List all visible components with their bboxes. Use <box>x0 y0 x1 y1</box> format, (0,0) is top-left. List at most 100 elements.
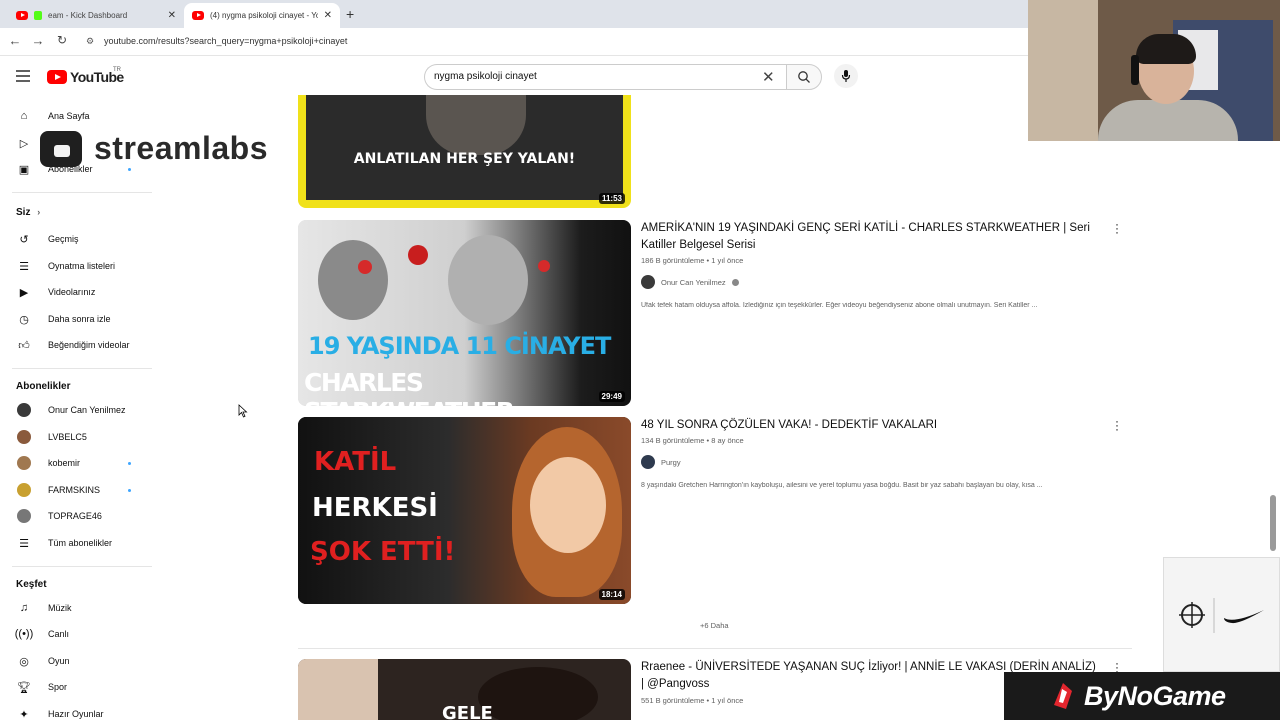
sidebar-item-playlists[interactable]: ☰ Oynatma listeleri <box>16 256 146 276</box>
list-icon: ☰ <box>19 537 29 550</box>
reload-icon[interactable]: ↻ <box>53 33 71 47</box>
search-icon <box>798 71 810 83</box>
youtube-logo[interactable]: YouTube TR <box>47 67 124 85</box>
search-button[interactable] <box>786 64 822 90</box>
clear-search-icon[interactable]: ✕ <box>762 68 775 86</box>
video-meta: 134 B görüntüleme • 8 ay önce <box>641 436 744 445</box>
subscriptions-icon: ▣ <box>18 163 30 176</box>
streamlabs-text: streamlabs <box>94 130 268 166</box>
video-thumbnail[interactable]: 19 YAŞINDA 11 CİNAYET CHARLES STARKWEATH… <box>298 220 631 406</box>
url-field[interactable]: youtube.com/results?search_query=nygma+p… <box>104 36 347 46</box>
sidebar-item-label: Daha sonra izle <box>48 314 111 324</box>
sidebar-item-label: LVBELC5 <box>48 432 87 442</box>
channel-link[interactable]: Onur Can Yenilmez <box>641 275 739 289</box>
avatar <box>17 483 31 497</box>
gaming-icon: ◎ <box>19 655 29 668</box>
playables-icon: ✦ <box>19 708 29 721</box>
shorts-icon: ▷ <box>19 137 29 150</box>
sidebar-item-label: Hazır Oyunlar <box>48 709 104 719</box>
thumbnail-text: ANLATILAN HER ŞEY YALAN! <box>353 151 576 167</box>
divider <box>298 648 1132 649</box>
tab-kick-dashboard[interactable]: eam - Kick Dashboard ✕ <box>8 3 184 28</box>
sidebar-sub-lvbelc5[interactable]: LVBELC5 <box>16 427 146 447</box>
new-tab-button[interactable]: + <box>346 6 354 22</box>
sidebar-sub-farmskins[interactable]: FARMSKINS <box>16 480 146 500</box>
home-icon: ⌂ <box>20 110 28 122</box>
tab-close-icon[interactable]: ✕ <box>324 10 332 21</box>
view-count: 551 B görüntüleme <box>641 696 705 705</box>
sidebar-item-sports[interactable]: 🏆︎ Spor <box>16 677 146 697</box>
youtube-favicon-icon <box>192 11 204 20</box>
sidebar-item-live[interactable]: ((•)) Canlı <box>15 624 146 644</box>
tab-youtube-search[interactable]: (4) nygma psikoloji cinayet - Yo ✕ <box>184 3 340 28</box>
sidebar-item-watch-later[interactable]: ◷ Daha sonra izle <box>16 309 146 329</box>
thumbnail-text: ŞOK ETTİ! <box>310 537 456 567</box>
sidebar-sub-toprage46[interactable]: TOPRAGE46 <box>16 506 146 526</box>
sidebar-item-label: Spor <box>48 682 68 692</box>
sponsor-nike-overlay <box>1163 557 1280 672</box>
sidebar-item-playables[interactable]: ✦ Hazır Oyunlar <box>16 704 146 724</box>
sidebar-sub-onur-can-yenilmez[interactable]: Onur Can Yenilmez <box>16 400 146 420</box>
more-options-icon[interactable]: · · · <box>1114 218 1120 238</box>
thumbnail-text: GELE <box>442 703 493 720</box>
sponsor-text: ByNoGame <box>1084 680 1226 711</box>
new-content-dot <box>128 488 131 492</box>
youtube-play-icon <box>47 70 67 84</box>
menu-icon[interactable] <box>16 70 30 85</box>
divider <box>12 566 152 567</box>
video-meta: 186 B görüntüleme • 1 yıl önce <box>641 256 744 265</box>
history-icon: ↺ <box>19 233 29 246</box>
video-title[interactable]: 48 YIL SONRA ÇÖZÜLEN VAKA! - DEDEKTİF VA… <box>641 417 1101 434</box>
sidebar-item-home[interactable]: ⌂ Ana Sayfa <box>16 106 146 126</box>
tab-close-icon[interactable]: ✕ <box>168 10 176 21</box>
thumbnail-text: 19 YAŞINDA 11 CİNAYET <box>308 332 611 360</box>
avatar <box>17 509 31 523</box>
mouse-cursor-icon <box>238 404 248 418</box>
video-duration: 11:53 <box>598 193 625 204</box>
sidebar-item-music[interactable]: ♫ Müzik <box>16 598 146 618</box>
sidebar-item-label: TOPRAGE46 <box>48 511 102 521</box>
thumbnail-image: ANLATILAN HER ŞEY YALAN! <box>306 95 623 200</box>
sidebar-item-all-subscriptions[interactable]: ☰ Tüm abonelikler <box>16 533 146 553</box>
sidebar-item-label: Müzik <box>48 603 72 613</box>
sidebar-item-your-videos[interactable]: ▶ Videolarınız <box>16 282 146 302</box>
video-description: Ufak tefek hatam olduysa affola. İzlediğ… <box>641 302 1038 309</box>
sponsor-bynogame-overlay: ByNoGame <box>1004 672 1280 720</box>
site-info-icon[interactable]: ⚙ <box>86 36 94 47</box>
more-options-icon[interactable]: · · · <box>1114 415 1120 435</box>
search-value: nygma psikoloji cinayet <box>434 71 537 82</box>
back-icon[interactable]: ← <box>6 33 24 48</box>
webcam-overlay <box>1028 0 1280 141</box>
sidebar-item-label: Tüm abonelikler <box>48 538 113 548</box>
new-content-dot <box>128 167 131 171</box>
thumbnail-text: HERKESİ <box>312 493 438 523</box>
channel-link[interactable]: Purgy <box>641 455 681 469</box>
video-thumbnail[interactable]: ANLATILAN HER ŞEY YALAN! 11:53 <box>298 95 631 208</box>
more-results-button[interactable]: +6 Daha <box>700 621 729 630</box>
sidebar-item-gaming[interactable]: ◎ Oyun <box>16 651 146 671</box>
thumbnail-image: KATİL HERKESİ ŞOK ETTİ! <box>298 417 631 604</box>
sidebar-item-history[interactable]: ↺ Geçmiş <box>16 229 146 249</box>
forward-icon[interactable]: → <box>29 33 47 48</box>
section-subscriptions-header: Abonelikler <box>16 381 71 392</box>
section-you-header[interactable]: Siz › <box>16 207 40 218</box>
voice-search-button[interactable] <box>834 64 858 88</box>
divider <box>12 368 152 369</box>
microphone-icon <box>841 70 851 82</box>
sidebar-sub-kobemir[interactable]: kobemir <box>16 453 146 473</box>
sports-icon: 🏆︎ <box>17 681 31 694</box>
sidebar-item-liked-videos[interactable]: 👍︎ Beğendiğim videolar <box>16 335 146 355</box>
tab-label: eam - Kick Dashboard <box>48 11 128 20</box>
video-duration: 29:49 <box>598 391 625 402</box>
music-icon: ♫ <box>19 602 29 614</box>
scrollbar-thumb[interactable] <box>1270 495 1276 551</box>
video-thumbnail[interactable]: KATİL HERKESİ ŞOK ETTİ! 18:14 <box>298 417 631 604</box>
watch-later-icon: ◷ <box>19 313 29 326</box>
sidebar-item-label: Ana Sayfa <box>48 111 90 121</box>
sidebar-item-label: kobemir <box>48 458 81 468</box>
video-title[interactable]: AMERİKA'NIN 19 YAŞINDAKİ GENÇ SERİ KATİL… <box>641 220 1101 254</box>
video-thumbnail[interactable]: GELE <box>298 659 631 720</box>
tab-label: (4) nygma psikoloji cinayet - Yo <box>210 11 318 20</box>
upload-age: 8 ay önce <box>711 436 744 445</box>
video-meta: 551 B görüntüleme • 1 yıl önce <box>641 696 744 705</box>
